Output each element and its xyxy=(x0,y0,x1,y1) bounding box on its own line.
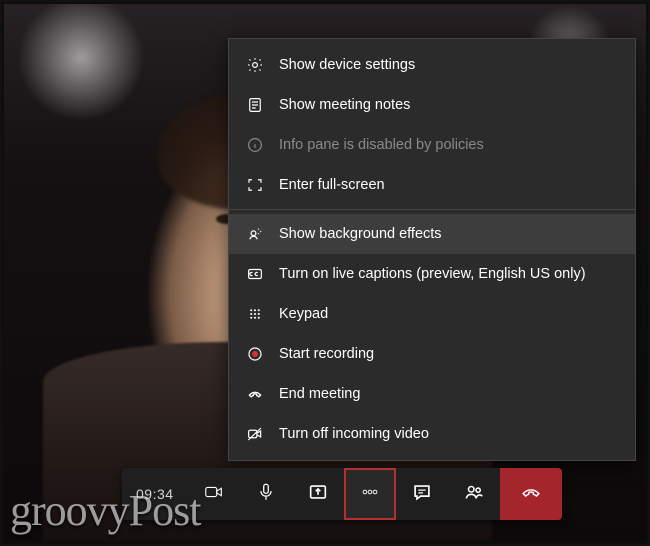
menu-separator xyxy=(229,209,635,210)
more-button[interactable] xyxy=(344,468,396,520)
more-icon xyxy=(359,481,381,508)
keypad-icon xyxy=(245,304,265,324)
hangup-button[interactable] xyxy=(500,468,562,520)
menu-item-info-pane: Info pane is disabled by policies xyxy=(229,125,635,165)
menu-item-background-effects[interactable]: Show background effects xyxy=(229,214,635,254)
people-button[interactable] xyxy=(448,468,500,520)
fullscreen-icon xyxy=(245,175,265,195)
mic-icon xyxy=(255,481,277,508)
menu-item-turn-off-incoming-video[interactable]: Turn off incoming video xyxy=(229,414,635,454)
menu-item-label: Turn off incoming video xyxy=(279,426,429,442)
mic-button[interactable] xyxy=(240,468,292,520)
chat-button[interactable] xyxy=(396,468,448,520)
share-button[interactable] xyxy=(292,468,344,520)
video-off-icon xyxy=(245,424,265,444)
camera-icon xyxy=(203,481,225,508)
people-icon xyxy=(463,481,485,508)
gear-icon xyxy=(245,55,265,75)
share-icon xyxy=(307,481,329,508)
menu-item-label: Enter full-screen xyxy=(279,177,385,193)
menu-item-keypad[interactable]: Keypad xyxy=(229,294,635,334)
background-effects-icon xyxy=(245,224,265,244)
menu-item-label: Turn on live captions (preview, English … xyxy=(279,266,586,282)
menu-item-meeting-notes[interactable]: Show meeting notes xyxy=(229,85,635,125)
menu-item-label: Start recording xyxy=(279,346,374,362)
end-meeting-icon xyxy=(245,384,265,404)
menu-item-start-recording[interactable]: Start recording xyxy=(229,334,635,374)
menu-item-label: End meeting xyxy=(279,386,360,402)
menu-item-label: Show device settings xyxy=(279,57,415,73)
menu-item-device-settings[interactable]: Show device settings xyxy=(229,45,635,85)
menu-item-label: Keypad xyxy=(279,306,328,322)
menu-item-live-captions[interactable]: Turn on live captions (preview, English … xyxy=(229,254,635,294)
menu-item-label: Show background effects xyxy=(279,226,442,242)
notes-icon xyxy=(245,95,265,115)
captions-icon xyxy=(245,264,265,284)
record-icon xyxy=(245,344,265,364)
hangup-icon xyxy=(520,481,542,508)
menu-item-end-meeting[interactable]: End meeting xyxy=(229,374,635,414)
app-frame: Show device settings Show meeting notes … xyxy=(0,0,650,546)
menu-item-fullscreen[interactable]: Enter full-screen xyxy=(229,165,635,205)
menu-item-label: Info pane is disabled by policies xyxy=(279,137,484,153)
call-toolbar: 09:34 xyxy=(122,468,562,520)
call-duration: 09:34 xyxy=(122,468,188,520)
menu-item-label: Show meeting notes xyxy=(279,97,410,113)
more-actions-menu: Show device settings Show meeting notes … xyxy=(228,38,636,461)
camera-button[interactable] xyxy=(188,468,240,520)
info-icon xyxy=(245,135,265,155)
chat-icon xyxy=(411,481,433,508)
